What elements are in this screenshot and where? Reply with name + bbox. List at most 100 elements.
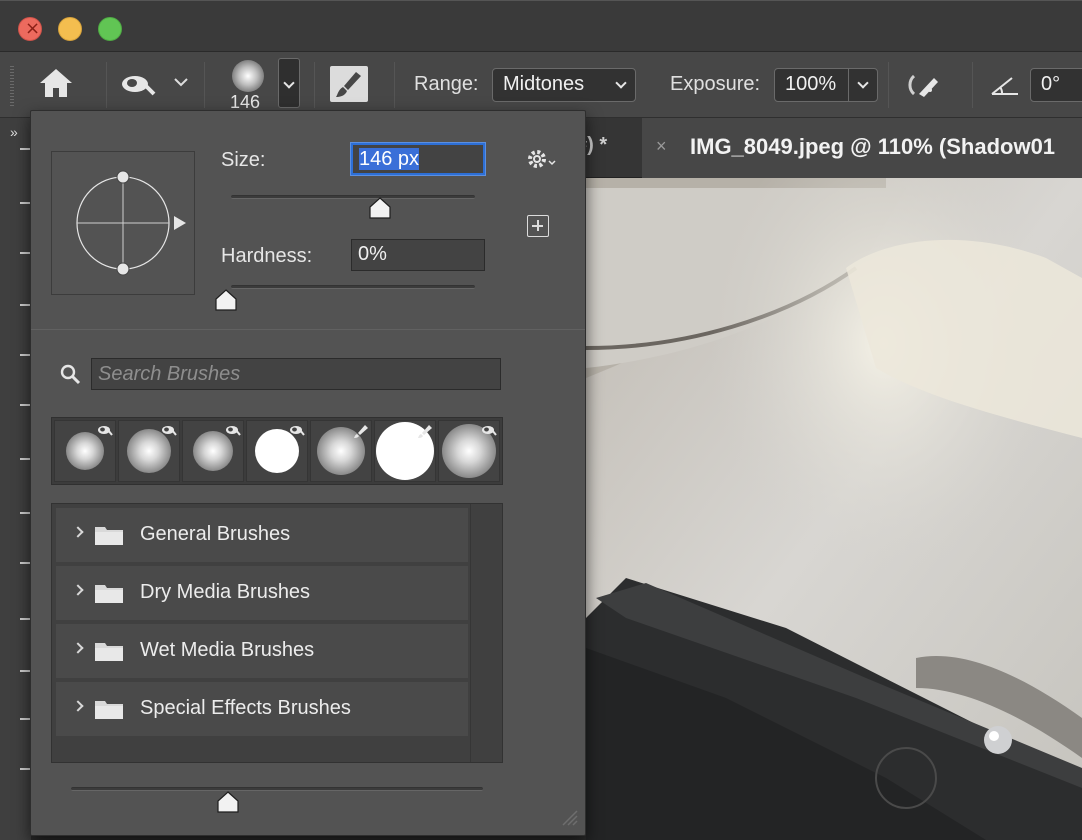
size-slider-track[interactable] [231,195,475,199]
chevron-right-icon[interactable] [72,700,84,712]
brush-preset-4[interactable] [246,420,308,482]
collapse-panels-icon[interactable]: » [10,124,18,140]
brush-settings-icon [336,72,361,97]
brush-tip-angle-preview[interactable] [51,151,195,295]
chevron-right-icon[interactable] [72,584,84,596]
document-tab-title[interactable]: IMG_8049.jpeg @ 110% (Shadow01 [690,134,1055,160]
exposure-value: 100% [785,73,837,95]
brush-folder-row[interactable]: Dry Media Brushes [56,566,468,620]
brush-presets-strip [51,417,503,485]
folder-icon [95,527,123,545]
close-window-button[interactable] [18,17,42,41]
folder-icon [95,585,123,603]
brush-preset-6[interactable] [374,420,436,482]
dodge-tool-icon[interactable] [120,72,156,98]
tool-hint[interactable] [20,512,30,514]
tool-hint[interactable] [20,304,30,306]
options-separator [888,62,889,108]
brush-preset-1[interactable] [54,420,116,482]
brush-preset-3[interactable] [182,420,244,482]
photo-image [586,178,1082,840]
tools-panel [0,118,32,840]
chevron-down-icon [615,77,627,89]
chevron-right-icon[interactable] [72,642,84,654]
brush-preset-picker-panel: Size: 146 px Hardness: 0% General Brushe… [30,110,586,836]
folder-label: Special Effects Brushes [140,697,351,719]
tool-hint[interactable] [20,670,30,672]
options-separator [106,62,107,108]
tool-hint[interactable] [20,562,30,564]
hardness-slider-thumb[interactable] [215,289,237,311]
options-separator [204,62,205,108]
tool-hint[interactable] [20,202,30,204]
preview-size-slider-thumb[interactable] [217,791,239,813]
brush-preset-2[interactable] [118,420,180,482]
angle-icon [991,77,1018,95]
dodge-icon [226,426,241,436]
folder-icon [95,701,123,719]
brush-icon [354,425,368,438]
size-label: Size: [221,149,266,171]
size-input[interactable]: 146 px [351,143,485,175]
tool-hint[interactable] [20,718,30,720]
folder-label: Wet Media Brushes [140,639,315,661]
window-titlebar [0,0,1082,52]
dodge-icon [162,426,177,436]
brush-folder-row[interactable]: Special Effects Brushes [56,682,468,736]
folder-icon [95,643,123,661]
size-value: 146 px [359,148,420,170]
close-tab-icon[interactable]: × [656,136,667,157]
tool-hint[interactable] [20,148,30,150]
brush-preset-preview-icon[interactable] [232,60,264,92]
angle-field[interactable]: 0° [1030,68,1082,102]
range-select[interactable]: Midtones [492,68,636,102]
tool-hint[interactable] [20,354,30,356]
options-separator [972,62,973,108]
tool-hint[interactable] [20,252,30,254]
brush-folder-row[interactable]: Wet Media Brushes [56,624,468,678]
home-icon[interactable] [38,66,74,100]
chevron-right-icon[interactable] [72,526,84,538]
options-separator [314,62,315,108]
brush-preset-5[interactable] [310,420,372,482]
brush-preset-picker-button[interactable] [278,58,300,108]
brush-folder-row[interactable]: General Brushes [56,508,468,562]
tool-preset-chevron-icon[interactable] [174,74,188,90]
options-bar-grip[interactable] [10,66,14,106]
tool-hint[interactable] [20,768,30,770]
brush-settings-button[interactable] [330,66,368,102]
exposure-divider [848,69,849,101]
hardness-value: 0% [358,243,387,265]
folders-scrollbar[interactable] [470,504,502,762]
new-preset-button[interactable] [527,215,549,237]
dodge-icon [482,426,497,436]
exposure-label: Exposure: [670,73,761,95]
zoom-window-button[interactable] [98,17,122,41]
range-select-value: Midtones [503,73,585,95]
exposure-field[interactable]: 100% [774,68,878,102]
preview-size-slider-track[interactable] [71,787,483,791]
range-label: Range: [414,73,479,95]
angle-value: 0° [1041,73,1061,95]
dodge-icon [98,426,113,436]
folder-label: Dry Media Brushes [140,581,311,603]
tool-hint[interactable] [20,458,30,460]
dodge-icon [290,426,305,436]
folder-label: General Brushes [140,523,291,545]
tool-hint[interactable] [20,618,30,620]
brush-preset-7[interactable] [438,420,500,482]
gear-icon[interactable] [525,147,559,171]
hardness-slider-track[interactable] [231,285,475,289]
search-brushes-input[interactable] [91,358,501,390]
panel-divider [31,329,585,330]
resize-grip-icon[interactable] [559,807,579,827]
hardness-input[interactable]: 0% [351,239,485,271]
size-slider-thumb[interactable] [369,197,391,219]
airbrush-icon[interactable] [904,68,944,102]
minimize-window-button[interactable] [58,17,82,41]
chevron-down-icon[interactable] [857,77,869,89]
brush-icon [418,425,432,438]
tool-hint[interactable] [20,404,30,406]
document-canvas[interactable] [586,178,1082,840]
brush-folders-list: General Brushes Dry Media Brushes Wet Medi… [51,503,503,763]
